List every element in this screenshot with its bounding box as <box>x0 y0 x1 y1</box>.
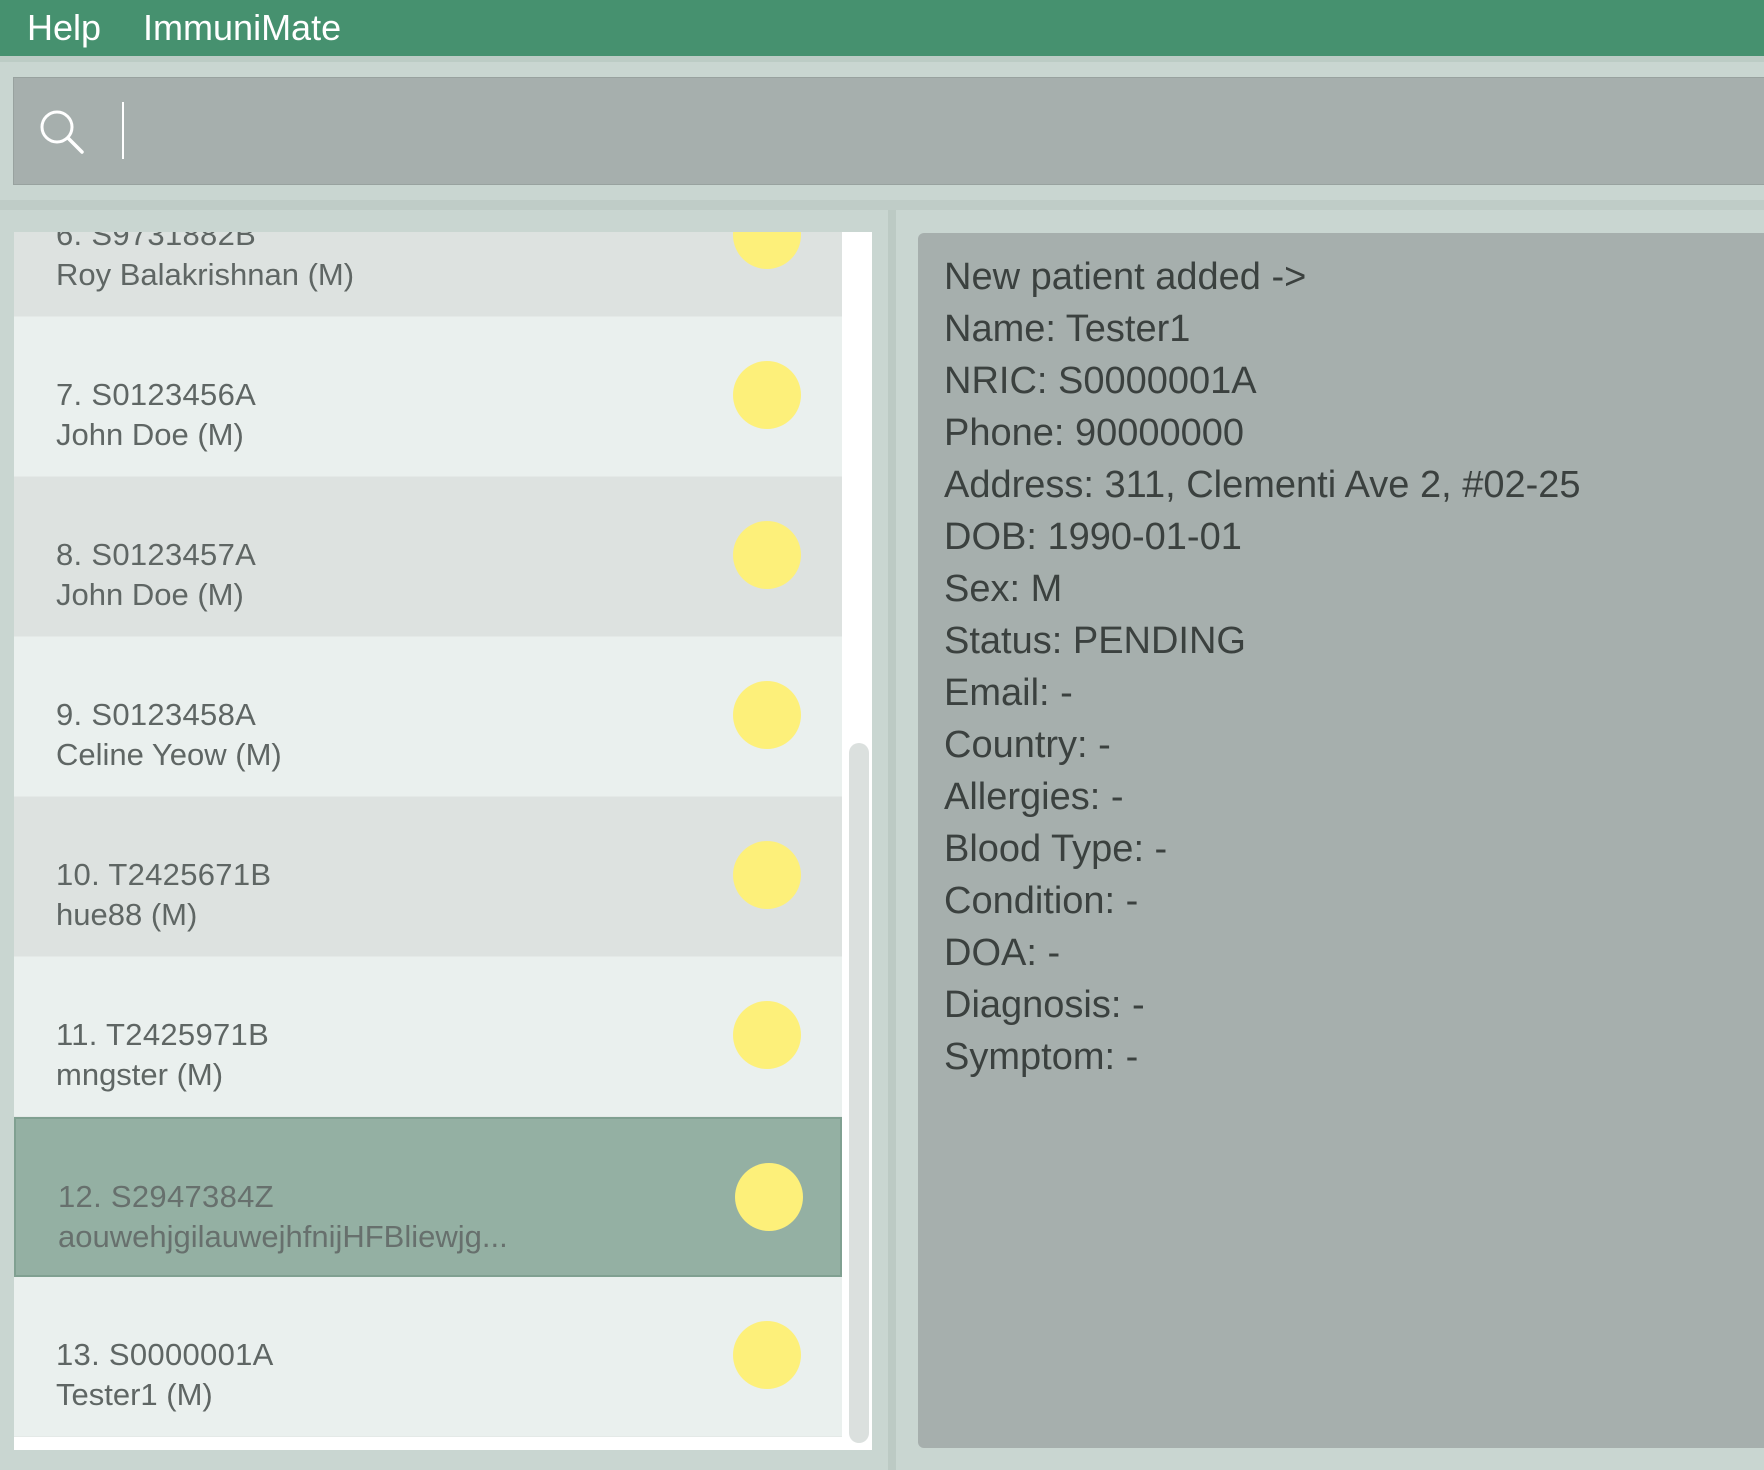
status-indicator <box>733 521 801 589</box>
result-line: Condition: - <box>944 880 1139 922</box>
result-line: Email: - <box>944 672 1073 714</box>
patient-name: mngster (M) <box>56 1057 224 1092</box>
result-line: Symptom: - <box>944 1036 1139 1078</box>
menu-immunimate[interactable]: ImmuniMate <box>116 10 356 46</box>
result-line: Sex: M <box>944 568 1063 610</box>
status-indicator <box>733 1321 801 1389</box>
result-line: Country: - <box>944 724 1111 766</box>
patient-name: Celine Yeow (M) <box>56 737 282 772</box>
patient-name: John Doe (M) <box>56 417 244 452</box>
patient-card[interactable]: 9. S0123458A Celine Yeow (M) <box>14 637 842 797</box>
patient-id: 6. S9731882B <box>56 232 257 252</box>
result-line: Address: 311, Clementi Ave 2, #02-25 <box>944 464 1581 506</box>
patient-name: aouwehjgilauwejhfnijHFBliewjg... <box>58 1219 508 1254</box>
patient-card[interactable]: 8. S0123457A John Doe (M) <box>14 477 842 637</box>
status-indicator <box>733 361 801 429</box>
patient-card[interactable]: 11. T2425971B mngster (M) <box>14 957 842 1117</box>
patient-id: 7. S0123456A <box>56 377 257 412</box>
patient-list[interactable]: 6. S9731882B Roy Balakrishnan (M) 7. S0123… <box>14 232 872 1450</box>
search-icon <box>40 110 84 154</box>
command-input-caret <box>122 102 124 159</box>
patient-id: 9. S0123458A <box>56 697 257 732</box>
patient-card[interactable]: 6. S9731882B Roy Balakrishnan (M) <box>14 232 842 317</box>
patient-id: 10. T2425671B <box>56 857 272 892</box>
patient-card[interactable]: 10. T2425671B hue88 (M) <box>14 797 842 957</box>
result-line: Allergies: - <box>944 776 1124 818</box>
patient-card[interactable]: 12. S2947384Z aouwehjgilauwejhfnijHFBliew… <box>14 1117 842 1277</box>
result-line: DOB: 1990-01-01 <box>944 516 1242 558</box>
result-line: Status: PENDING <box>944 620 1246 662</box>
status-indicator <box>733 232 801 269</box>
patient-name: Roy Balakrishnan (M) <box>56 257 355 292</box>
menu-bar: Help ImmuniMate <box>0 0 1764 56</box>
patient-card[interactable]: 7. S0123456A John Doe (M) <box>14 317 842 477</box>
patient-name: hue88 (M) <box>56 897 198 932</box>
patient-id: 13. S0000001A <box>56 1337 274 1372</box>
section-divider <box>0 200 1764 210</box>
result-display: New patient added -> Name: Tester1 NRIC: S… <box>918 233 1764 1448</box>
patient-name: Tester1 (M) <box>56 1377 213 1412</box>
result-line: Phone: 90000000 <box>944 412 1245 454</box>
status-indicator <box>733 1001 801 1069</box>
result-line: NRIC: S0000001A <box>944 360 1257 402</box>
result-line: Blood Type: - <box>944 828 1168 870</box>
status-indicator <box>733 681 801 749</box>
patient-id: 11. T2425971B <box>56 1017 270 1052</box>
patient-list-scrollbar-thumb[interactable] <box>849 743 869 1443</box>
patient-card[interactable]: 13. S0000001A Tester1 (M) <box>14 1277 842 1437</box>
command-box[interactable] <box>13 77 1764 185</box>
status-indicator <box>735 1163 803 1231</box>
status-indicator <box>733 841 801 909</box>
result-line: New patient added -> <box>944 256 1307 298</box>
menubar-divider <box>0 56 1764 62</box>
menu-help[interactable]: Help <box>0 10 116 46</box>
result-line: Name: Tester1 <box>944 308 1191 350</box>
patient-name: John Doe (M) <box>56 577 244 612</box>
panel-separator[interactable] <box>888 210 896 1470</box>
patient-id: 12. S2947384Z <box>58 1179 274 1214</box>
result-line: Diagnosis: - <box>944 984 1145 1026</box>
patient-id: 8. S0123457A <box>56 537 257 572</box>
result-line: DOA: - <box>944 932 1061 974</box>
